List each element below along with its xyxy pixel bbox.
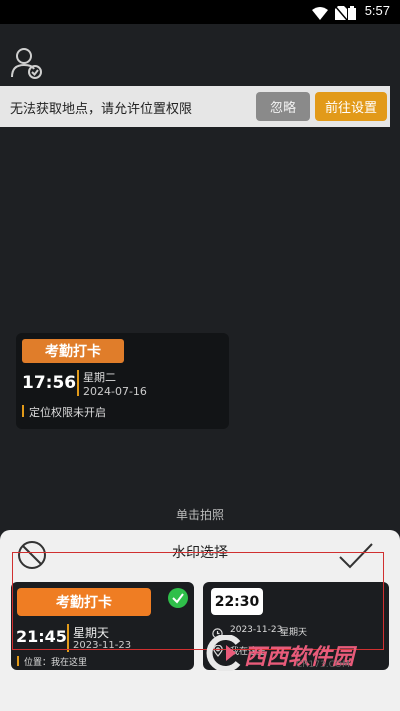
go-to-settings-button[interactable]: 前往设置 bbox=[315, 92, 387, 121]
location-permission-banner: 无法获取地点，请允许位置权限 忽略 前往设置 bbox=[0, 86, 390, 127]
preview-time: 17:56 bbox=[22, 373, 77, 393]
ignore-button[interactable]: 忽略 bbox=[256, 92, 310, 121]
logo-emblem-icon bbox=[204, 634, 244, 675]
preview-date: 2024-07-16 bbox=[83, 385, 147, 398]
user-check-icon[interactable] bbox=[10, 47, 44, 83]
status-bar: 5:57 bbox=[0, 0, 400, 24]
status-time: 5:57 bbox=[364, 3, 390, 18]
banner-message: 无法获取地点，请允许位置权限 bbox=[10, 102, 193, 117]
preview-location-status: 定位权限未开启 bbox=[29, 406, 106, 419]
wifi-icon bbox=[312, 5, 328, 24]
battery-icon bbox=[348, 5, 356, 24]
option-location: 位置：我在这里 bbox=[24, 658, 88, 668]
preview-location-bar bbox=[22, 405, 24, 417]
watermark-preview[interactable]: 考勤打卡 17:56 星期二 2024-07-16 定位权限未开启 bbox=[16, 333, 229, 429]
watermark-selection-sheet: 水印选择 考勤打卡 21:45 星期天 2023-11-23 位置：我在这里 2… bbox=[0, 530, 400, 711]
preview-weekday: 星期二 bbox=[83, 371, 116, 384]
logo-subtext: CR173.COM bbox=[296, 660, 350, 670]
preview-title: 考勤打卡 bbox=[22, 339, 124, 363]
option-location-bar bbox=[17, 656, 19, 666]
preview-divider bbox=[77, 370, 79, 396]
site-watermark-logo: 西西软件园 CR173.COM bbox=[200, 633, 388, 675]
shutter-hint[interactable]: 单击拍照 bbox=[0, 506, 400, 523]
no-sim-icon bbox=[334, 5, 348, 24]
